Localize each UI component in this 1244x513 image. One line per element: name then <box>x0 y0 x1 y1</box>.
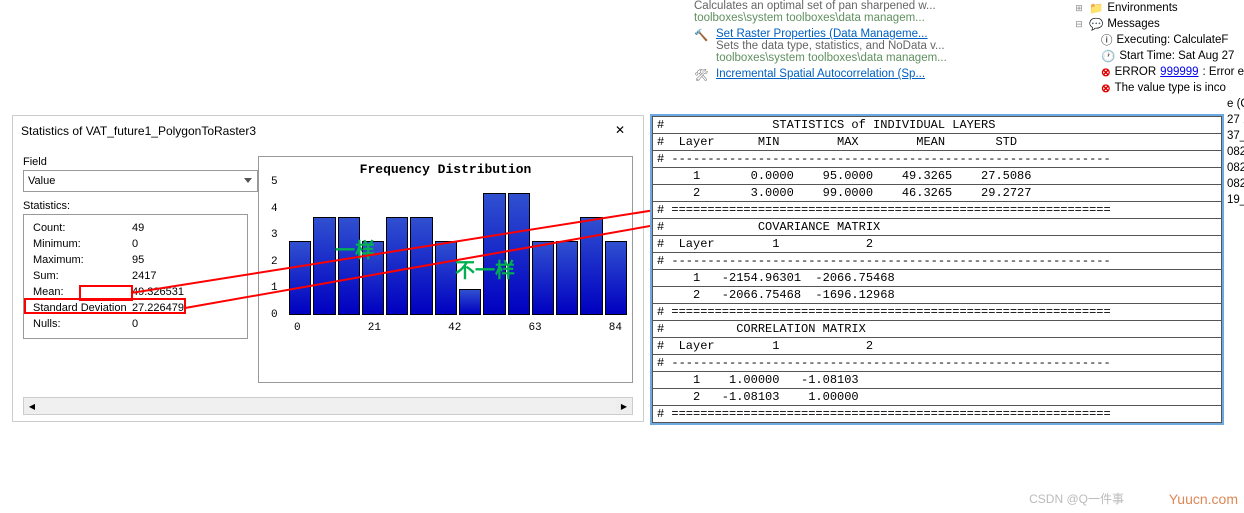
chart-panel: Frequency Distribution 012345 021426384 <box>258 156 633 383</box>
search-path: toolboxes\system toolboxes\data managem.… <box>694 12 1074 24</box>
search-path: toolboxes\system toolboxes\data managem.… <box>716 52 1074 64</box>
search-link[interactable]: Incremental Spatial Autocorrelation (Sp.… <box>716 68 925 82</box>
bar <box>313 217 335 315</box>
scroll-right-icon[interactable]: ▶ <box>616 399 632 413</box>
bar <box>580 217 602 315</box>
msg-line: 27 1 <box>1227 114 1244 126</box>
chart-title: Frequency Distribution <box>264 162 627 177</box>
bar <box>289 241 311 315</box>
folder-icon: 📁 <box>1089 1 1103 15</box>
error-icon: ⊗ <box>1101 65 1111 79</box>
field-select[interactable]: Value <box>23 170 258 192</box>
close-button[interactable]: ✕ <box>605 120 635 140</box>
titlebar: Statistics of VAT_future1_PolygonToRaste… <box>13 116 643 146</box>
csdn-watermark: CSDN @Q一件事 <box>1029 490 1124 507</box>
y-axis: 012345 <box>271 182 278 315</box>
search-desc: Sets the data type, statistics, and NoDa… <box>716 40 1074 52</box>
msg-line: e (Cal <box>1227 98 1244 110</box>
bar <box>605 241 627 315</box>
msg-line: 37_08 <box>1227 130 1244 142</box>
window-title: Statistics of VAT_future1_PolygonToRaste… <box>21 124 256 138</box>
msg-line: ERROR <box>1115 66 1157 78</box>
bar <box>459 289 481 315</box>
bar <box>338 217 360 315</box>
tree-msg[interactable]: Messages <box>1107 18 1159 30</box>
msg-line: 0827 <box>1227 146 1244 158</box>
bar <box>386 217 408 315</box>
error-link[interactable]: 999999 <box>1160 66 1198 78</box>
msg-line: 19_08 <box>1227 194 1244 206</box>
bar <box>410 217 432 315</box>
scroll-left-icon[interactable]: ◀ <box>24 399 40 413</box>
field-label: Field <box>23 156 248 168</box>
statistics-report: # STATISTICS of INDIVIDUAL LAYERS # Laye… <box>650 114 1224 425</box>
tree-env[interactable]: Environments <box>1107 2 1177 14</box>
msg-line: The value type is inco <box>1115 82 1226 94</box>
bar <box>362 241 384 315</box>
bar <box>508 193 530 315</box>
info-icon: ⓘ <box>1101 32 1113 48</box>
statistics-box: Count:49 Minimum:0 Maximum:95 Sum:2417 M… <box>23 214 248 339</box>
bar <box>532 241 554 315</box>
watermark: Yuucn.com <box>1169 491 1238 507</box>
msg-line: Executing: CalculateF <box>1117 34 1229 46</box>
chart-bars <box>289 195 627 315</box>
search-link[interactable]: Set Raster Properties (Data Manageme... <box>716 28 928 40</box>
tool-icon: 🛠 <box>694 68 710 82</box>
statistics-window: Statistics of VAT_future1_PolygonToRaste… <box>12 115 644 422</box>
clock-icon: 🕐 <box>1101 49 1115 63</box>
search-desc: Calculates an optimal set of pan sharpen… <box>694 0 1074 12</box>
messages-icon: 💬 <box>1089 17 1103 31</box>
msg-line: Start Time: Sat Aug 27 <box>1119 50 1234 62</box>
x-axis: 021426384 <box>289 322 627 334</box>
search-results: Calculates an optimal set of pan sharpen… <box>694 0 1074 86</box>
error-icon: ⊗ <box>1101 81 1111 95</box>
msg-line: 0827 <box>1227 178 1244 190</box>
bar <box>556 241 578 315</box>
statistics-label: Statistics: <box>23 200 248 212</box>
msg-line: 0827 <box>1227 162 1244 174</box>
hammer-icon: 🔨 <box>694 28 710 64</box>
bar <box>435 241 457 315</box>
bar <box>483 193 505 315</box>
horizontal-scrollbar[interactable]: ◀ ▶ <box>23 397 633 415</box>
